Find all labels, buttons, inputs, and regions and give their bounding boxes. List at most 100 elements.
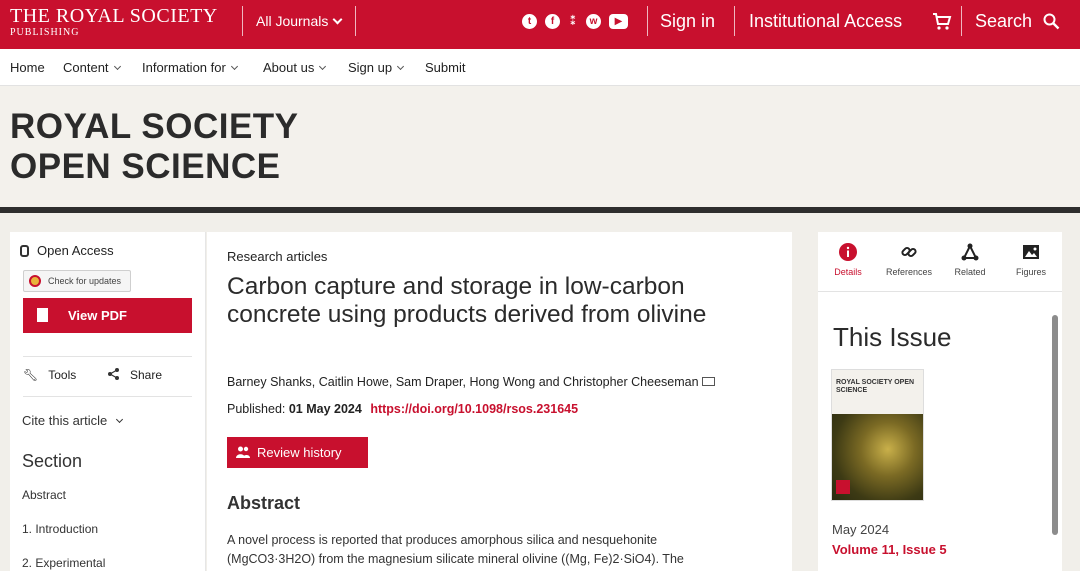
sign-in-link[interactable]: Sign in <box>660 11 715 32</box>
nav-submit[interactable]: Submit <box>425 60 465 75</box>
abstract-text: A novel process is reported that produce… <box>227 531 782 569</box>
wechat-icon[interactable]: w <box>586 14 601 29</box>
article-main: Research articles Carbon capture and sto… <box>207 232 792 571</box>
divider <box>961 6 962 36</box>
open-lock-icon <box>20 245 29 257</box>
this-issue-heading: This Issue <box>833 322 952 352</box>
tab-related[interactable]: Related <box>940 243 1000 277</box>
search-link[interactable]: Search <box>975 11 1032 32</box>
issue-volume-link[interactable]: Volume 11, Issue 5 <box>832 542 947 557</box>
network-icon <box>961 243 979 261</box>
journal-banner: ROYAL SOCIETY OPEN SCIENCE <box>0 86 1080 207</box>
section-heading: Section <box>22 451 83 471</box>
people-icon <box>236 446 250 458</box>
nav-content[interactable]: Content <box>63 60 121 75</box>
link-icon <box>901 246 917 258</box>
nav-label: About us <box>263 60 315 75</box>
wrench-icon: 🔧︎ <box>23 368 39 382</box>
tab-label: Related <box>954 267 986 277</box>
open-access-text: Open Access <box>37 243 114 258</box>
abstract-line: (MgCO3·3H2O) from the magnesium silicate… <box>227 552 684 566</box>
issue-cover-image[interactable]: ROYAL SOCIETY OPEN SCIENCE <box>831 369 924 501</box>
info-icon <box>839 243 857 261</box>
divider <box>818 291 1062 292</box>
article-category[interactable]: Research articles <box>227 249 327 264</box>
facebook-icon[interactable]: f <box>545 14 560 29</box>
crossmark-icon <box>29 275 41 287</box>
banner-divider <box>0 207 1080 213</box>
nav-label: Information for <box>142 60 226 75</box>
review-history-button[interactable]: Review history <box>227 437 368 468</box>
issue-date: May 2024 <box>832 522 890 537</box>
check-for-updates-button[interactable]: Check for updates <box>23 270 131 292</box>
institutional-access-link[interactable]: Institutional Access <box>749 11 902 32</box>
email-icon[interactable] <box>701 377 715 386</box>
pdf-icon <box>37 308 48 322</box>
nav-sign-up[interactable]: Sign up <box>348 60 405 75</box>
tab-label: Details <box>834 267 862 277</box>
tab-label: References <box>885 267 933 277</box>
logo-line2: PUBLISHING <box>10 27 80 38</box>
divider <box>355 6 356 36</box>
all-journals-label: All Journals <box>256 13 329 29</box>
cite-article-dropdown[interactable]: Cite this article <box>22 413 124 428</box>
twitter-icon[interactable]: t <box>522 14 537 29</box>
scrollbar[interactable] <box>1052 315 1058 535</box>
main-nav: Home Content Information for About us Si… <box>0 49 1080 86</box>
tab-references[interactable]: References <box>879 243 939 277</box>
cart-icon[interactable] <box>932 11 952 31</box>
journal-title-line2: OPEN SCIENCE <box>10 147 281 186</box>
doi-link[interactable]: https://doi.org/10.1098/rsos.231645 <box>370 402 578 416</box>
section-link-introduction[interactable]: 1. Introduction <box>22 522 98 536</box>
share-button[interactable]: Share <box>107 368 162 382</box>
top-bar: THE ROYAL SOCIETY PUBLISHING All Journal… <box>0 0 1080 49</box>
tools-button[interactable]: 🔧︎ Tools <box>23 368 76 382</box>
publication-info: Published: 01 May 2024 https://doi.org/1… <box>227 402 578 416</box>
chevron-down-icon <box>230 62 238 71</box>
royal-society-logo[interactable]: THE ROYAL SOCIETY PUBLISHING <box>10 5 218 38</box>
tools-label: Tools <box>48 368 77 382</box>
orcid-icon[interactable]: ⁑ <box>568 14 578 29</box>
section-link-abstract[interactable]: Abstract <box>22 488 66 502</box>
authors-text[interactable]: Barney Shanks, Caitlin Howe, Sam Draper,… <box>227 375 699 389</box>
all-journals-dropdown[interactable]: All Journals <box>256 13 343 29</box>
divider <box>23 356 192 357</box>
chevron-down-icon <box>332 14 343 25</box>
chevron-down-icon <box>397 62 405 71</box>
divider <box>734 6 735 36</box>
social-links: t f ⁑ w ▶ <box>522 14 628 29</box>
youtube-icon[interactable]: ▶ <box>609 14 628 29</box>
share-icon <box>108 368 119 380</box>
cover-title: ROYAL SOCIETY OPEN SCIENCE <box>836 379 915 394</box>
nav-label: Submit <box>425 60 466 75</box>
article-tools-sidebar: Open Access Check for updates View PDF 🔧… <box>10 232 206 571</box>
article-info-panel: Details References Related Figures This … <box>818 232 1062 571</box>
divider <box>23 396 192 397</box>
section-link-experimental[interactable]: 2. Experimental <box>22 556 105 570</box>
nav-home[interactable]: Home <box>10 60 45 75</box>
nav-label: Home <box>10 60 45 75</box>
open-access-label: Open Access <box>20 243 114 258</box>
share-label: Share <box>130 368 163 382</box>
chevron-down-icon <box>319 62 327 71</box>
tab-label: Figures <box>1015 267 1046 277</box>
cite-label: Cite this article <box>22 413 108 428</box>
published-label: Published: <box>227 402 286 416</box>
journal-title[interactable]: ROYAL SOCIETY OPEN SCIENCE <box>10 107 299 187</box>
review-history-label: Review history <box>257 445 342 460</box>
published-date: 01 May 2024 <box>288 402 362 416</box>
image-icon <box>1023 245 1039 259</box>
view-pdf-button[interactable]: View PDF <box>23 298 192 333</box>
nav-about-us[interactable]: About us <box>263 60 327 75</box>
nav-label: Sign up <box>348 60 393 75</box>
journal-title-line1: ROYAL SOCIETY <box>10 107 299 146</box>
article-authors: Barney Shanks, Caitlin Howe, Sam Draper,… <box>227 375 715 389</box>
divider <box>647 6 648 36</box>
nav-information-for[interactable]: Information for <box>142 60 238 75</box>
nav-label: Content <box>63 60 109 75</box>
article-title: Carbon capture and storage in low-carbon… <box>227 273 707 328</box>
tab-details[interactable]: Details <box>818 243 878 277</box>
abstract-heading: Abstract <box>227 493 301 513</box>
search-icon[interactable] <box>1043 13 1060 30</box>
tab-figures[interactable]: Figures <box>1001 243 1061 277</box>
